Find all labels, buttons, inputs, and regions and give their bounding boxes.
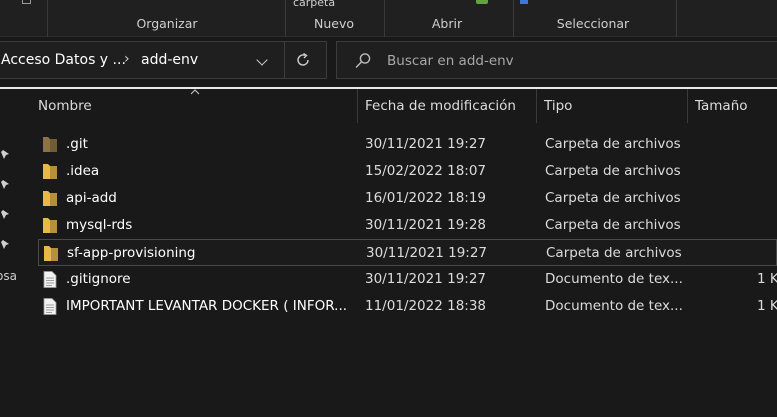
file-row[interactable]: api-add 16/01/2022 18:19 Carpeta de archiv… (38, 185, 777, 212)
refresh-icon[interactable] (294, 51, 312, 69)
file-row[interactable]: .git 30/11/2021 19:27 Carpeta de archivos (38, 131, 777, 158)
column-header-modified[interactable]: Fecha de modificación (358, 89, 536, 123)
breadcrumb-parent[interactable]: Acceso Datos y ... (1, 52, 126, 68)
ribbon-group-seleccionar: Seleccionar (556, 16, 630, 31)
folder-icon (43, 190, 57, 207)
file-type: Carpeta de archivos (545, 190, 681, 206)
file-name: api-add (66, 190, 117, 206)
file-name: IMPORTANT LEVANTAR DOCKER ( INFOR... (66, 298, 348, 314)
select-icon[interactable] (520, 0, 528, 4)
file-row[interactable]: .gitignore 30/11/2021 19:27 Documento de t… (38, 266, 777, 293)
ribbon-group-abrir: Abrir (431, 16, 463, 31)
file-list: Nombre Fecha de modificación Tipo Tamaño… (20, 89, 777, 417)
file-name: .gitignore (66, 271, 131, 287)
file-modified-date: 11/01/2022 18:38 (365, 298, 487, 314)
file-modified-date: 30/11/2021 19:28 (365, 217, 487, 233)
file-type: Carpeta de archivos (545, 136, 681, 152)
edit-icon[interactable] (476, 0, 488, 4)
ribbon-divider (285, 0, 286, 37)
pin-icon[interactable] (0, 209, 10, 221)
ribbon-divider (676, 0, 677, 37)
file-row[interactable]: mysql-rds 30/11/2021 19:28 Carpeta de arch… (38, 212, 777, 239)
nav-item-truncated[interactable]: osa (0, 269, 17, 283)
file-type: Documento de tex... (545, 271, 683, 287)
folder-icon (43, 217, 57, 234)
navigation-pane: osa (0, 89, 20, 417)
file-type: Carpeta de archivos (545, 217, 681, 233)
file-type: Carpeta de archivos (545, 163, 681, 179)
column-header-type[interactable]: Tipo (537, 89, 687, 123)
ribbon-group-organizar: Organizar (136, 16, 198, 31)
ribbon-new-folder-fragment[interactable]: carpeta (293, 0, 335, 9)
folder-icon (44, 245, 58, 262)
file-row[interactable]: IMPORTANT LEVANTAR DOCKER ( INFOR... 11/0… (38, 293, 777, 320)
file-name: .git (66, 136, 88, 152)
breadcrumb-current[interactable]: add-env (141, 52, 198, 68)
file-row[interactable]: sf-app-provisioning 30/11/2021 19:27 Carpe… (38, 239, 777, 266)
file-modified-date: 30/11/2021 19:27 (365, 271, 487, 287)
pin-icon[interactable] (0, 179, 10, 191)
text-file-icon (43, 271, 57, 288)
file-row[interactable]: .idea 15/02/2022 18:07 Carpeta de archivos (38, 158, 777, 185)
file-type: Carpeta de archivos (546, 245, 682, 261)
breadcrumb-separator-icon[interactable]: › (124, 51, 130, 67)
search-placeholder: Buscar en add-env (387, 53, 514, 69)
pin-icon[interactable] (0, 239, 10, 251)
file-name: .idea (66, 163, 100, 179)
file-modified-date: 30/11/2021 19:27 (366, 245, 488, 261)
text-file-icon (43, 298, 57, 315)
column-header-size[interactable]: Tamaño (688, 89, 777, 123)
ribbon-group-nuevo: Nuevo (313, 16, 354, 31)
file-modified-date: 30/11/2021 19:27 (365, 136, 487, 152)
column-header-name[interactable]: Nombre (20, 89, 357, 123)
ribbon-divider (47, 0, 48, 37)
navigation-bar: Acceso Datos y ... › add-env Buscar en a… (0, 37, 777, 88)
search-icon (355, 53, 371, 68)
pin-icon[interactable] (0, 149, 10, 161)
address-divider (284, 42, 285, 78)
ribbon-divider (384, 0, 385, 37)
file-name: sf-app-provisioning (67, 245, 196, 261)
ribbon: carpeta Organizar Nuevo Abrir Selecciona… (0, 0, 777, 37)
checkbox-fragment-icon (22, 0, 31, 4)
search-box[interactable]: Buscar en add-env (336, 41, 777, 79)
address-bar[interactable]: Acceso Datos y ... › add-env (0, 41, 327, 79)
chevron-down-icon[interactable] (256, 54, 268, 66)
file-size: 1 KB (757, 298, 777, 314)
file-modified-date: 16/01/2022 18:19 (365, 190, 487, 206)
file-size: 1 KB (757, 271, 777, 287)
folder-icon (43, 163, 57, 180)
ribbon-divider (513, 0, 514, 37)
folder-icon (43, 136, 57, 153)
file-modified-date: 15/02/2022 18:07 (365, 163, 487, 179)
file-name: mysql-rds (66, 217, 133, 233)
file-type: Documento de tex... (545, 298, 683, 314)
